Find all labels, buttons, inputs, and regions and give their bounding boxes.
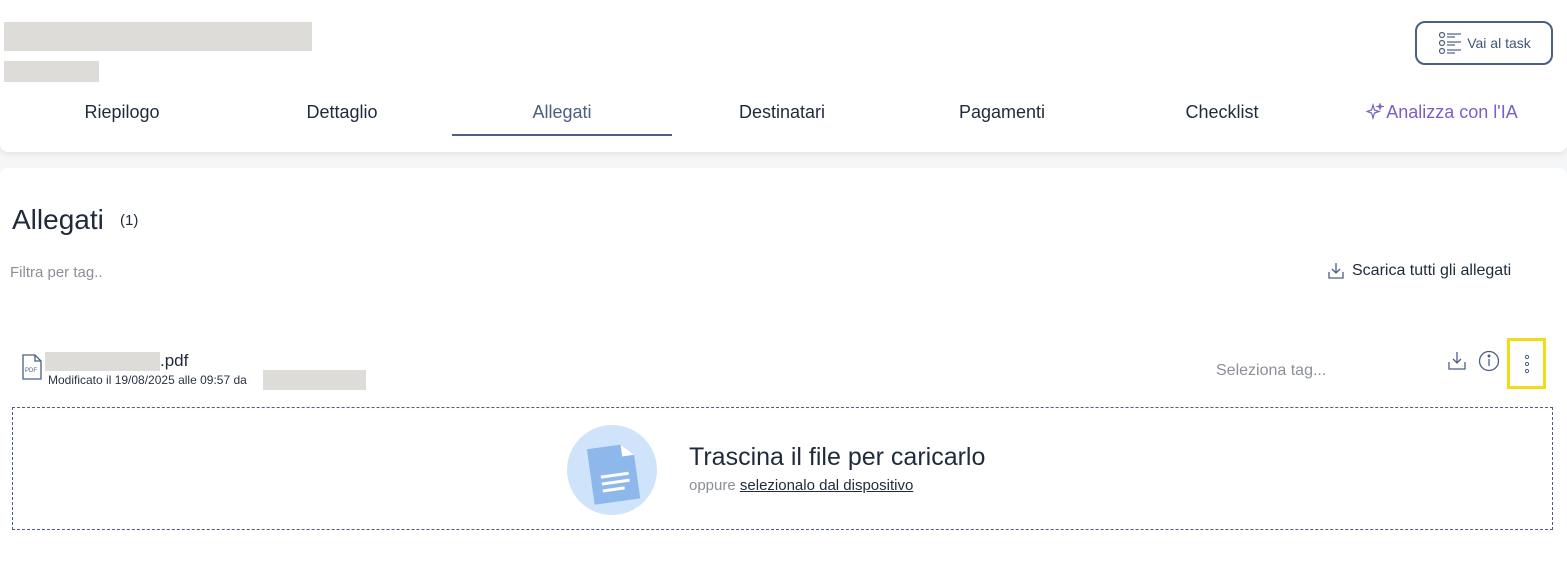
more-actions-button[interactable]: [1507, 338, 1546, 389]
go-to-task-label: Vai al task: [1467, 35, 1531, 51]
pdf-file-icon: PDF: [22, 354, 42, 380]
file-extension[interactable]: .pdf: [160, 351, 188, 371]
tag-select[interactable]: Seleziona tag...: [1216, 362, 1326, 380]
dropzone-subtitle: oppure selezionalo dal dispositivo: [689, 477, 913, 494]
attachment-row: PDF .pdf Modificato il 19/08/2025 alle 0…: [0, 338, 1567, 398]
kebab-menu-icon: [1524, 354, 1529, 373]
svg-text:PDF: PDF: [25, 368, 37, 374]
info-icon[interactable]: [1478, 350, 1500, 372]
attachments-title: Allegati: [12, 204, 104, 235]
tab-dettaglio[interactable]: Dettaglio: [232, 88, 452, 136]
page-subtitle-redacted: [4, 61, 99, 82]
sparkle-icon: [1366, 103, 1385, 121]
download-icon[interactable]: [1446, 350, 1468, 372]
page-header: Vai al task Riepilogo Dettaglio Allegati…: [0, 0, 1567, 152]
tab-analizza-ia-label: Analizza con l'IA: [1386, 101, 1518, 122]
document-upload-icon: [567, 425, 657, 515]
tab-analizza-ia[interactable]: Analizza con l'IA: [1332, 88, 1552, 136]
dropzone-title: Trascina il file per caricarlo: [689, 443, 986, 471]
download-all-button[interactable]: Scarica tutti gli allegati: [1326, 258, 1511, 284]
tab-allegati[interactable]: Allegati: [452, 88, 672, 136]
attachments-panel: Allegati (1) Scarica tutti gli allegati …: [0, 168, 1567, 573]
tab-riepilogo[interactable]: Riepilogo: [12, 88, 232, 136]
download-all-label: Scarica tutti gli allegati: [1352, 262, 1512, 279]
file-author-redacted: [263, 370, 366, 390]
tab-bar: Riepilogo Dettaglio Allegati Destinatari…: [12, 88, 1552, 138]
tab-checklist[interactable]: Checklist: [1112, 88, 1332, 136]
tab-pagamenti[interactable]: Pagamenti: [892, 88, 1112, 136]
file-name-redacted[interactable]: [45, 352, 160, 371]
upload-dropzone[interactable]: Trascina il file per caricarlo oppure se…: [12, 407, 1553, 530]
tab-destinatari[interactable]: Destinatari: [672, 88, 892, 136]
page-title-redacted: [4, 22, 312, 51]
dropzone-sub-prefix: oppure: [689, 477, 736, 494]
download-icon: [1328, 263, 1344, 279]
tag-filter-input[interactable]: [10, 260, 410, 284]
file-modified-info: Modificato il 19/08/2025 alle 09:57 da: [48, 373, 247, 387]
checklist-icon: [1439, 31, 1462, 55]
attachments-count: (1): [120, 212, 139, 229]
go-to-task-button[interactable]: Vai al task: [1415, 21, 1553, 65]
select-from-device-link[interactable]: selezionalo dal dispositivo: [740, 477, 913, 494]
